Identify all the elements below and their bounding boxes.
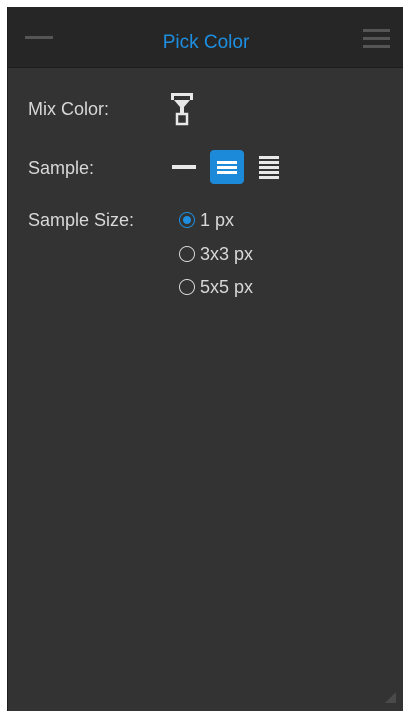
sample-size-label: Sample Size:	[28, 210, 135, 230]
sample-three-lines-button[interactable]	[210, 150, 244, 184]
sample-size-option-3x3px[interactable]: 3x3 px	[179, 243, 253, 265]
sample-many-lines-button[interactable]	[253, 150, 287, 184]
sample-single-line-button[interactable]	[167, 150, 201, 184]
panel-titlebar: Pick Color	[8, 7, 403, 68]
sample-label: Sample:	[28, 158, 95, 178]
sample-size-option-1px[interactable]: 1 px	[179, 209, 234, 231]
single-line-icon	[172, 165, 196, 169]
many-lines-icon	[259, 156, 279, 179]
hamburger-menu-icon[interactable]	[363, 29, 390, 51]
radio-checked-icon[interactable]	[179, 212, 195, 228]
sample-size-option-5x5px[interactable]: 5x5 px	[179, 276, 253, 298]
eyedropper-mix-icon[interactable]	[168, 90, 196, 130]
pick-color-panel: Pick Color Mix Color: Sample: Sample Siz…	[7, 7, 403, 711]
sample-size-option-label: 5x5 px	[200, 277, 254, 297]
three-lines-icon	[217, 161, 237, 174]
resize-grip-icon[interactable]	[385, 692, 396, 703]
sample-size-option-label: 1 px	[200, 210, 235, 230]
sample-size-option-label: 3x3 px	[200, 244, 254, 264]
panel-title: Pick Color	[162, 32, 250, 53]
radio-unchecked-icon[interactable]	[179, 279, 195, 295]
radio-unchecked-icon[interactable]	[179, 246, 195, 262]
mix-color-label: Mix Color:	[28, 99, 110, 119]
